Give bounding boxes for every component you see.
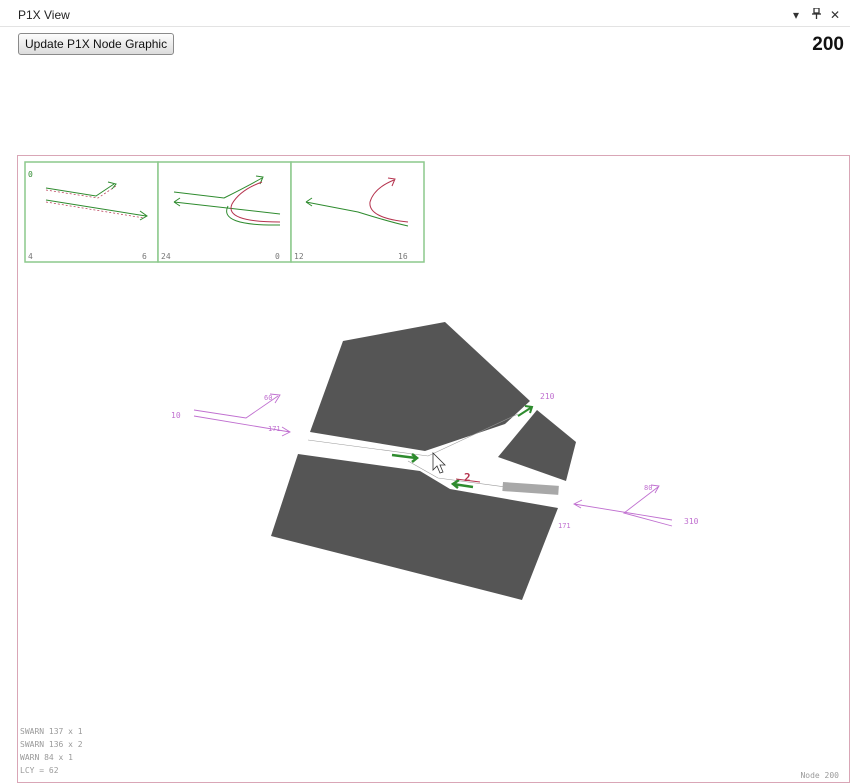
block-east (498, 410, 576, 481)
approach-10-id: 10 (171, 411, 181, 420)
warning-line: SWARN 137 x 1 (20, 727, 83, 736)
approach-210-id: 210 (540, 392, 555, 401)
panel-title-bar: P1X View ▾ ✕ (0, 0, 850, 27)
phase-3-bottom-left: 12 (294, 252, 304, 261)
approach-210-label[interactable]: 210 (540, 392, 555, 401)
approach-310-volumes[interactable]: 310 80 171 (558, 484, 699, 530)
approach-10-vol-b: 171 (268, 425, 281, 433)
phase-diagram-1[interactable]: 0 4 6 (24, 161, 159, 263)
panel-title: P1X View (18, 8, 70, 22)
phase-diagram-3[interactable]: 12 16 (290, 161, 425, 263)
phase-1-bottom-right: 6 (142, 252, 147, 261)
block-south (271, 454, 558, 600)
phase-1-top-left: 0 (28, 170, 33, 179)
approach-310-vol-a: 80 (644, 484, 652, 492)
phase-3-bottom-right: 16 (398, 252, 408, 261)
close-icon[interactable]: ✕ (830, 8, 840, 22)
pin-icon[interactable] (812, 7, 821, 22)
node-label: Node 200 (800, 771, 839, 780)
approach-310-id: 310 (684, 517, 699, 526)
block-north (310, 322, 530, 451)
node-graphic: 0 4 6 24 0 12 16 2 10 60 171 210 310 80 … (24, 161, 699, 600)
phase-2-bottom-right: 0 (275, 252, 280, 261)
update-p1x-node-graphic-button[interactable]: Update P1X Node Graphic (18, 33, 175, 55)
approach-10-volumes[interactable]: 10 60 171 (171, 393, 291, 437)
cycle-length: LCY = 62 (20, 766, 59, 775)
intersection-map[interactable]: 2 (271, 322, 576, 600)
approach-310-vol-b: 171 (558, 522, 571, 530)
node-number: 200 (812, 34, 844, 55)
phase-diagram-2[interactable]: 24 0 (157, 161, 292, 263)
warning-line: SWARN 136 x 2 (20, 740, 83, 749)
mouse-cursor-icon (432, 452, 446, 474)
p1x-canvas[interactable]: 0 4 6 24 0 12 16 2 10 60 171 210 310 80 … (17, 155, 850, 783)
approach-10-vol-a: 60 (264, 394, 272, 402)
signal-marker: 2 (464, 471, 471, 484)
warning-line: WARN 84 x 1 (20, 753, 73, 762)
phase-1-bottom-left: 4 (28, 252, 33, 261)
phase-2-bottom-left: 24 (161, 252, 171, 261)
dropdown-icon[interactable]: ▾ (793, 8, 799, 22)
